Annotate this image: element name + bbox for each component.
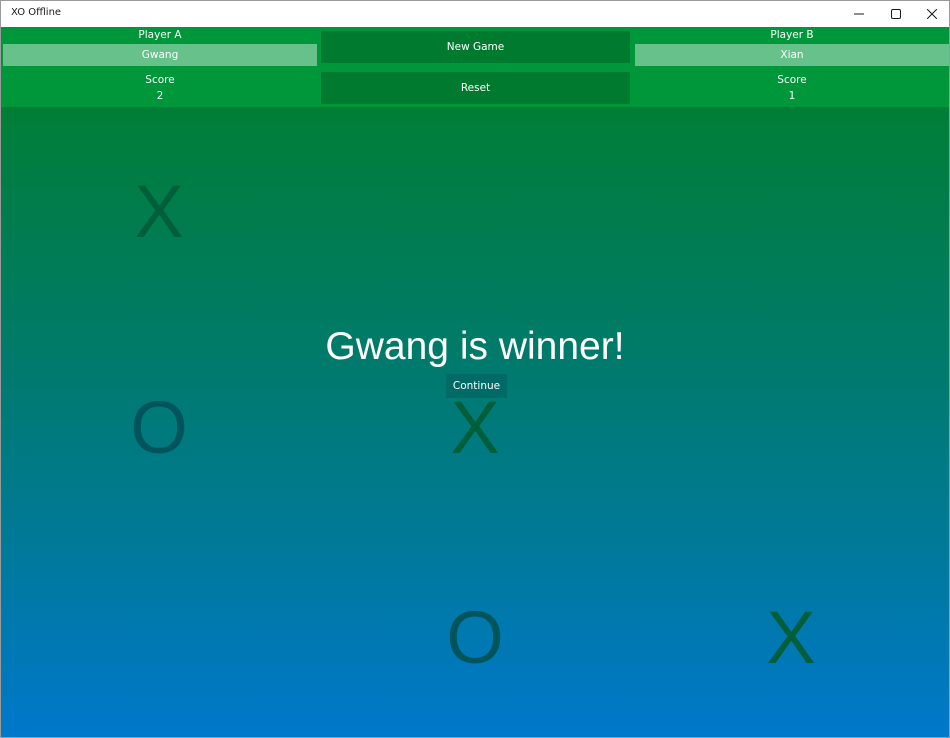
board-cell-6[interactable] <box>1 533 317 737</box>
player-a-label: Player A <box>138 29 182 41</box>
player-a-score-label: Score <box>145 74 175 86</box>
board-cell-1[interactable] <box>317 107 633 317</box>
player-b-label: Player B <box>770 29 814 41</box>
cell-mark: X <box>134 170 184 253</box>
close-icon <box>927 9 937 19</box>
cell-mark: O <box>130 386 188 469</box>
new-game-button[interactable]: New Game <box>321 31 630 63</box>
player-b-name-field[interactable]: Xian <box>635 44 949 66</box>
reset-button[interactable]: Reset <box>321 72 630 104</box>
player-a-name-field[interactable]: Gwang <box>3 44 317 66</box>
minimize-icon <box>854 13 864 15</box>
board-cell-2[interactable] <box>633 107 949 317</box>
game-board: X O X O X <box>1 107 949 737</box>
player-b-score: 1 <box>788 90 796 102</box>
continue-button[interactable]: Continue <box>446 374 507 398</box>
cell-mark: X <box>766 596 816 679</box>
close-button[interactable] <box>914 1 949 27</box>
maximize-button[interactable] <box>878 1 914 27</box>
winner-message: Gwang is winner! <box>325 325 625 368</box>
title-bar[interactable]: XO Offline <box>1 1 949 27</box>
maximize-icon <box>891 9 901 19</box>
player-b-score-label: Score <box>777 74 807 86</box>
cell-mark: X <box>450 386 500 469</box>
board-cell-0[interactable]: X <box>1 107 317 317</box>
window-title: XO Offline <box>11 7 62 18</box>
board-cell-8[interactable]: X <box>633 533 949 737</box>
minimize-button[interactable] <box>841 1 877 27</box>
player-a-score: 2 <box>156 90 164 102</box>
game-header: Player A Gwang Score 2 New Game Reset Pl… <box>1 27 949 107</box>
board-cell-7[interactable]: O <box>317 533 633 737</box>
cell-mark: O <box>446 596 504 679</box>
app-window: XO Offline Player A Gwang Score 2 New Ga… <box>0 0 950 738</box>
